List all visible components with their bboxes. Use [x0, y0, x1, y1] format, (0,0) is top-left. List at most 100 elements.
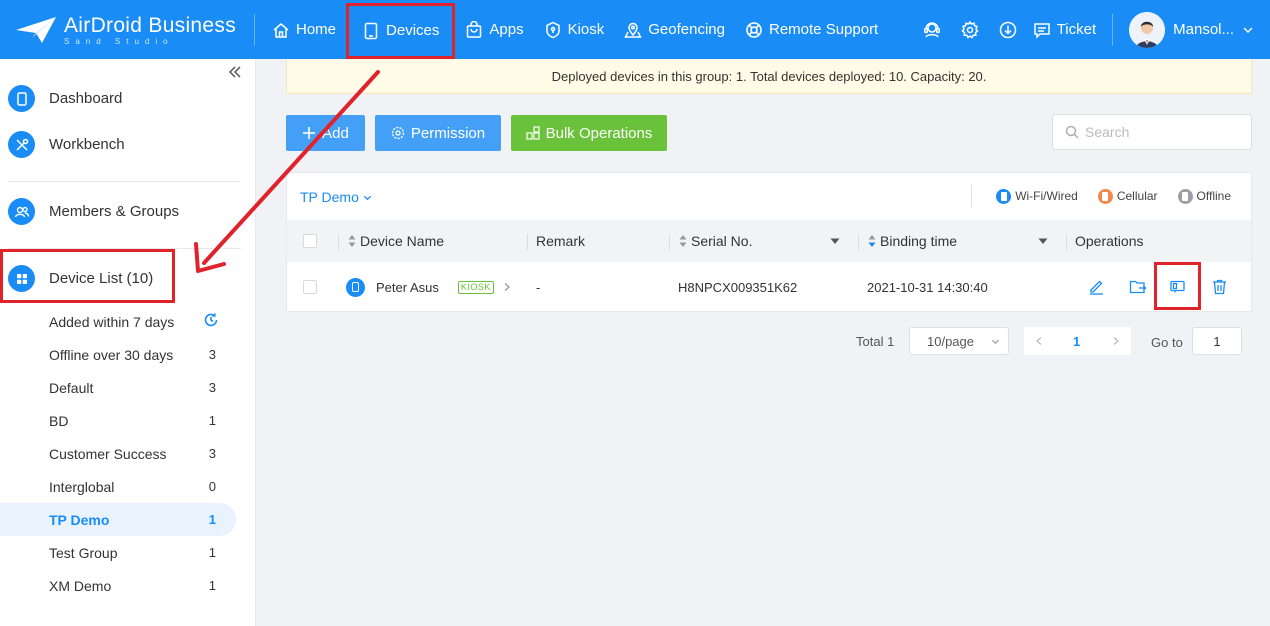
nav-apps-label: Apps	[489, 21, 524, 38]
search-icon	[1065, 125, 1079, 139]
select-all-checkbox[interactable]	[303, 220, 317, 262]
group-item[interactable]: BD 1	[0, 404, 236, 437]
nav-kiosk[interactable]: Kiosk	[534, 0, 615, 59]
legend-wifi: Wi-Fi/Wired	[996, 188, 1078, 204]
pagination-total: Total 1	[856, 333, 895, 349]
download-icon	[999, 21, 1016, 38]
nav-devices[interactable]: Devices	[346, 2, 456, 59]
add-button-label: Add	[322, 124, 349, 142]
nav-apps[interactable]: Apps	[455, 0, 533, 59]
group-name: Added within 7 days	[49, 313, 175, 330]
move-folder-icon[interactable]	[1129, 278, 1147, 295]
table-row[interactable]: Peter Asus KIOSK - H8NPCX009351K62 2021-…	[287, 262, 1251, 312]
chat-icon	[1033, 22, 1050, 39]
column-divider	[338, 234, 339, 250]
search-input[interactable]: Search	[1052, 114, 1252, 150]
nav-kiosk-label: Kiosk	[567, 21, 605, 38]
group-item[interactable]: Offline over 30 days 3	[0, 338, 236, 371]
group-name: Offline over 30 days	[49, 346, 174, 363]
sidebar-item-workbench[interactable]: Workbench	[8, 131, 125, 158]
ticket-button[interactable]: Ticket	[1027, 21, 1112, 39]
next-page-icon[interactable]	[1111, 336, 1121, 346]
column-binding-time[interactable]: Binding time	[868, 220, 957, 262]
delete-trash-icon[interactable]	[1211, 278, 1228, 295]
sidebar-item-label: Dashboard	[49, 90, 123, 107]
sidebar-item-dashboard[interactable]: Dashboard	[8, 85, 122, 112]
device-online-icon	[346, 277, 365, 297]
headset-button[interactable]	[913, 0, 951, 59]
current-page[interactable]: 1	[1073, 334, 1080, 349]
page-navigator: 1	[1024, 327, 1131, 355]
home-icon	[273, 22, 289, 38]
nav-geofencing[interactable]: Geofencing	[614, 0, 735, 59]
group-name: TP Demo	[49, 511, 110, 528]
nav-remote-support-label: Remote Support	[769, 21, 879, 38]
refresh-clock-icon	[203, 312, 219, 331]
column-serial[interactable]: Serial No.	[679, 220, 752, 262]
goto-label: Go to	[1151, 334, 1183, 350]
sidebar-item-device-list[interactable]: Device List (10)	[8, 265, 153, 292]
column-label: Device Name	[360, 233, 445, 249]
group-item[interactable]: Interglobal 0	[0, 470, 236, 503]
nav-geofencing-label: Geofencing	[648, 21, 725, 38]
group-item[interactable]: Default 3	[0, 371, 236, 404]
logo-title: AirDroid Business	[64, 13, 236, 37]
device-table-card: TP Demo Wi-Fi/Wired Cellular Offline Dev…	[286, 172, 1252, 312]
group-item[interactable]: XM Demo 1	[0, 569, 236, 602]
settings-button[interactable]	[951, 0, 989, 59]
device-name-cell[interactable]: Peter Asus KIOSK	[346, 262, 512, 312]
sidebar-item-label: Device List (10)	[49, 270, 154, 287]
column-device-name[interactable]: Device Name	[348, 220, 444, 262]
page-size-select[interactable]: 10/page	[909, 327, 1009, 355]
column-divider	[858, 234, 859, 250]
download-button[interactable]	[989, 0, 1027, 59]
nav-home[interactable]: Home	[262, 0, 346, 59]
collapse-sidebar-button[interactable]	[227, 64, 243, 85]
goto-page-input[interactable]: 1	[1192, 327, 1242, 355]
column-divider	[669, 234, 670, 250]
tablet-icon	[364, 22, 378, 39]
column-remark: Remark	[536, 220, 585, 262]
prev-page-icon[interactable]	[1034, 336, 1044, 346]
bulk-operations-button[interactable]: Bulk Operations	[511, 115, 667, 151]
avatar	[1129, 11, 1166, 48]
sidebar-item-members-groups[interactable]: Members & Groups	[8, 198, 179, 225]
kiosk-badge: KIOSK	[457, 280, 494, 294]
app-logo[interactable]: AirDroid Business Sand Studio	[14, 10, 239, 50]
group-item-active[interactable]: TP Demo 1	[0, 503, 236, 536]
add-button[interactable]: Add	[286, 115, 365, 151]
offline-status-icon	[1177, 188, 1193, 204]
group-item[interactable]: Customer Success 3	[0, 437, 236, 470]
nav-remote-support[interactable]: Remote Support	[735, 0, 888, 59]
serial-filter-button[interactable]	[830, 220, 840, 262]
column-label: Serial No.	[691, 233, 753, 249]
search-placeholder: Search	[1085, 124, 1130, 140]
permission-button[interactable]: Permission	[375, 115, 501, 151]
group-item[interactable]: Added within 7 days	[0, 305, 236, 338]
dashboard-icon	[8, 85, 35, 112]
bag-icon	[467, 20, 482, 38]
row-checkbox[interactable]	[303, 262, 317, 312]
sidebar-item-label: Members & Groups	[49, 203, 180, 220]
column-operations: Operations	[1075, 220, 1143, 262]
chevron-right-icon[interactable]	[502, 282, 512, 292]
header-divider	[254, 14, 255, 46]
group-item[interactable]: Test Group 1	[0, 536, 236, 569]
legend-label: Cellular	[1116, 189, 1158, 203]
wifi-status-icon	[996, 188, 1012, 204]
group-selector-dropdown[interactable]: TP Demo	[300, 189, 372, 205]
user-menu[interactable]: Mansol...	[1113, 11, 1270, 48]
legend-divider	[971, 185, 973, 207]
header-tools: Ticket Mansol...	[913, 0, 1270, 59]
blocks-icon	[526, 126, 540, 140]
legend-label: Offline	[1196, 189, 1231, 203]
edit-icon[interactable]	[1088, 278, 1105, 295]
remote-control-icon[interactable]	[1169, 278, 1186, 295]
binding-time-filter-button[interactable]	[1038, 220, 1048, 262]
caret-down-icon	[830, 238, 840, 244]
double-chevron-left-icon	[228, 66, 241, 78]
chevron-down-icon	[1243, 27, 1253, 33]
group-count: 3	[208, 380, 216, 395]
binding-time-cell: 2021-10-31 14:30:40	[867, 279, 988, 295]
group-count: 0	[208, 479, 216, 494]
